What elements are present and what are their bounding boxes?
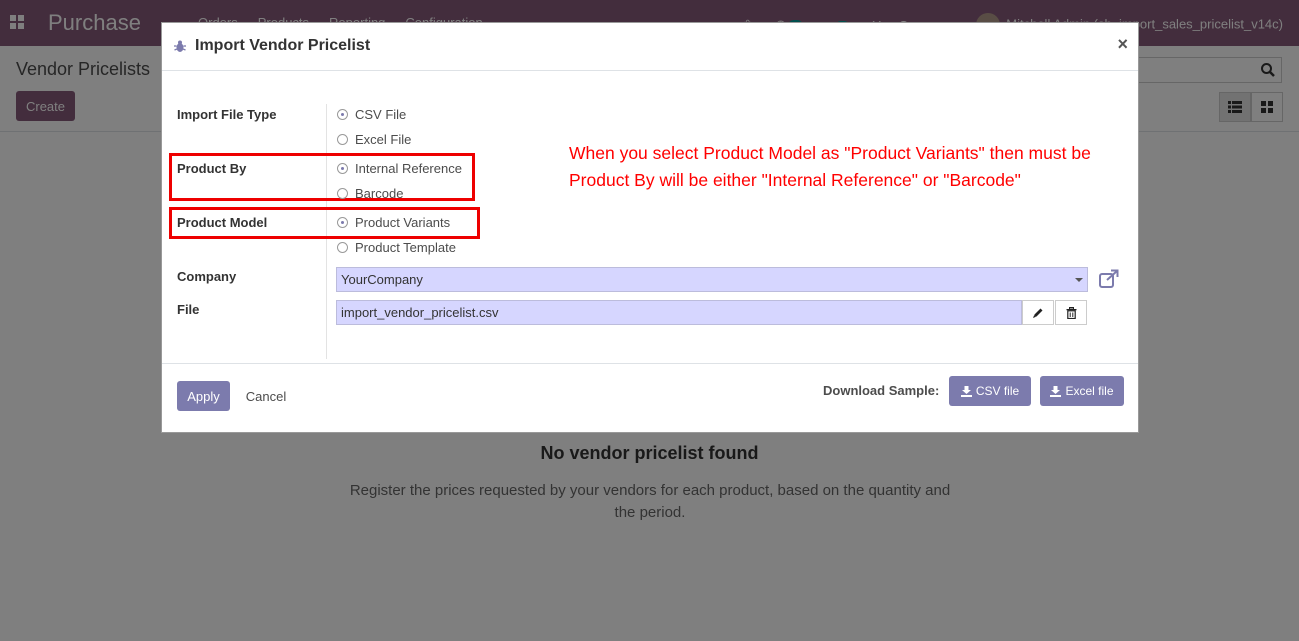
file-label: File <box>177 302 200 317</box>
radio-product-variants[interactable]: Product Variants <box>337 215 450 230</box>
cancel-button[interactable]: Cancel <box>236 381 296 411</box>
download-csv-button[interactable]: CSV file <box>949 376 1031 406</box>
file-field[interactable]: import_vendor_pricelist.csv <box>336 300 1022 325</box>
radio-product-template[interactable]: Product Template <box>337 240 456 255</box>
radio-label-product-variants: Product Variants <box>355 215 451 230</box>
modal-title: Import Vendor Pricelist <box>195 37 371 54</box>
pencil-icon <box>1033 308 1043 318</box>
radio-excel-file[interactable]: Excel File <box>337 132 411 147</box>
annotation-note: When you select Product Model as "Produc… <box>569 143 1091 190</box>
product-model-label: Product Model <box>177 215 268 230</box>
radio-button-checked[interactable] <box>337 217 348 228</box>
download-icon <box>1050 385 1062 397</box>
company-label: Company <box>177 269 237 284</box>
radio-barcode[interactable]: Barcode <box>337 186 403 201</box>
radio-button[interactable] <box>337 242 348 253</box>
file-name: import_vendor_pricelist.csv <box>341 305 499 320</box>
company-select[interactable]: YourCompany <box>336 267 1088 292</box>
delete-file-button[interactable] <box>1055 300 1087 325</box>
modal-footer: Apply Cancel Download Sample: CSV file E… <box>162 363 1138 433</box>
trash-icon <box>1066 306 1076 319</box>
close-icon[interactable]: × <box>1117 34 1128 55</box>
external-link-icon[interactable] <box>1098 269 1120 289</box>
radio-csv-file[interactable]: CSV File <box>337 107 406 122</box>
import-file-type-label: Import File Type <box>177 107 277 122</box>
download-excel-button[interactable]: Excel file <box>1040 376 1124 406</box>
modal-header: Import Vendor Pricelist × <box>162 23 1138 71</box>
product-by-label: Product By <box>177 161 247 176</box>
import-vendor-pricelist-dialog: Import Vendor Pricelist × Import File Ty… <box>161 22 1139 433</box>
radio-label-csv-file: CSV File <box>355 107 407 122</box>
radio-label-barcode: Barcode <box>355 186 404 201</box>
company-select-value: YourCompany <box>341 272 423 287</box>
download-sample-label: Download Sample: <box>823 383 940 398</box>
radio-button-checked[interactable] <box>337 109 348 120</box>
bug-icon <box>174 40 186 52</box>
edit-file-button[interactable] <box>1022 300 1054 325</box>
apply-button[interactable]: Apply <box>177 381 230 411</box>
radio-internal-reference[interactable]: Internal Reference <box>337 161 462 176</box>
radio-button-checked[interactable] <box>337 163 348 174</box>
radio-button[interactable] <box>337 188 348 199</box>
radio-label-product-template: Product Template <box>355 240 456 255</box>
radio-label-excel-file: Excel File <box>355 132 412 147</box>
download-excel-label: Excel file <box>1065 384 1114 398</box>
radio-button[interactable] <box>337 134 348 145</box>
radio-label-internal-reference: Internal Reference <box>355 161 462 176</box>
download-csv-label: CSV file <box>975 384 1020 398</box>
chevron-down-icon[interactable] <box>1075 278 1083 282</box>
download-icon <box>960 385 972 397</box>
